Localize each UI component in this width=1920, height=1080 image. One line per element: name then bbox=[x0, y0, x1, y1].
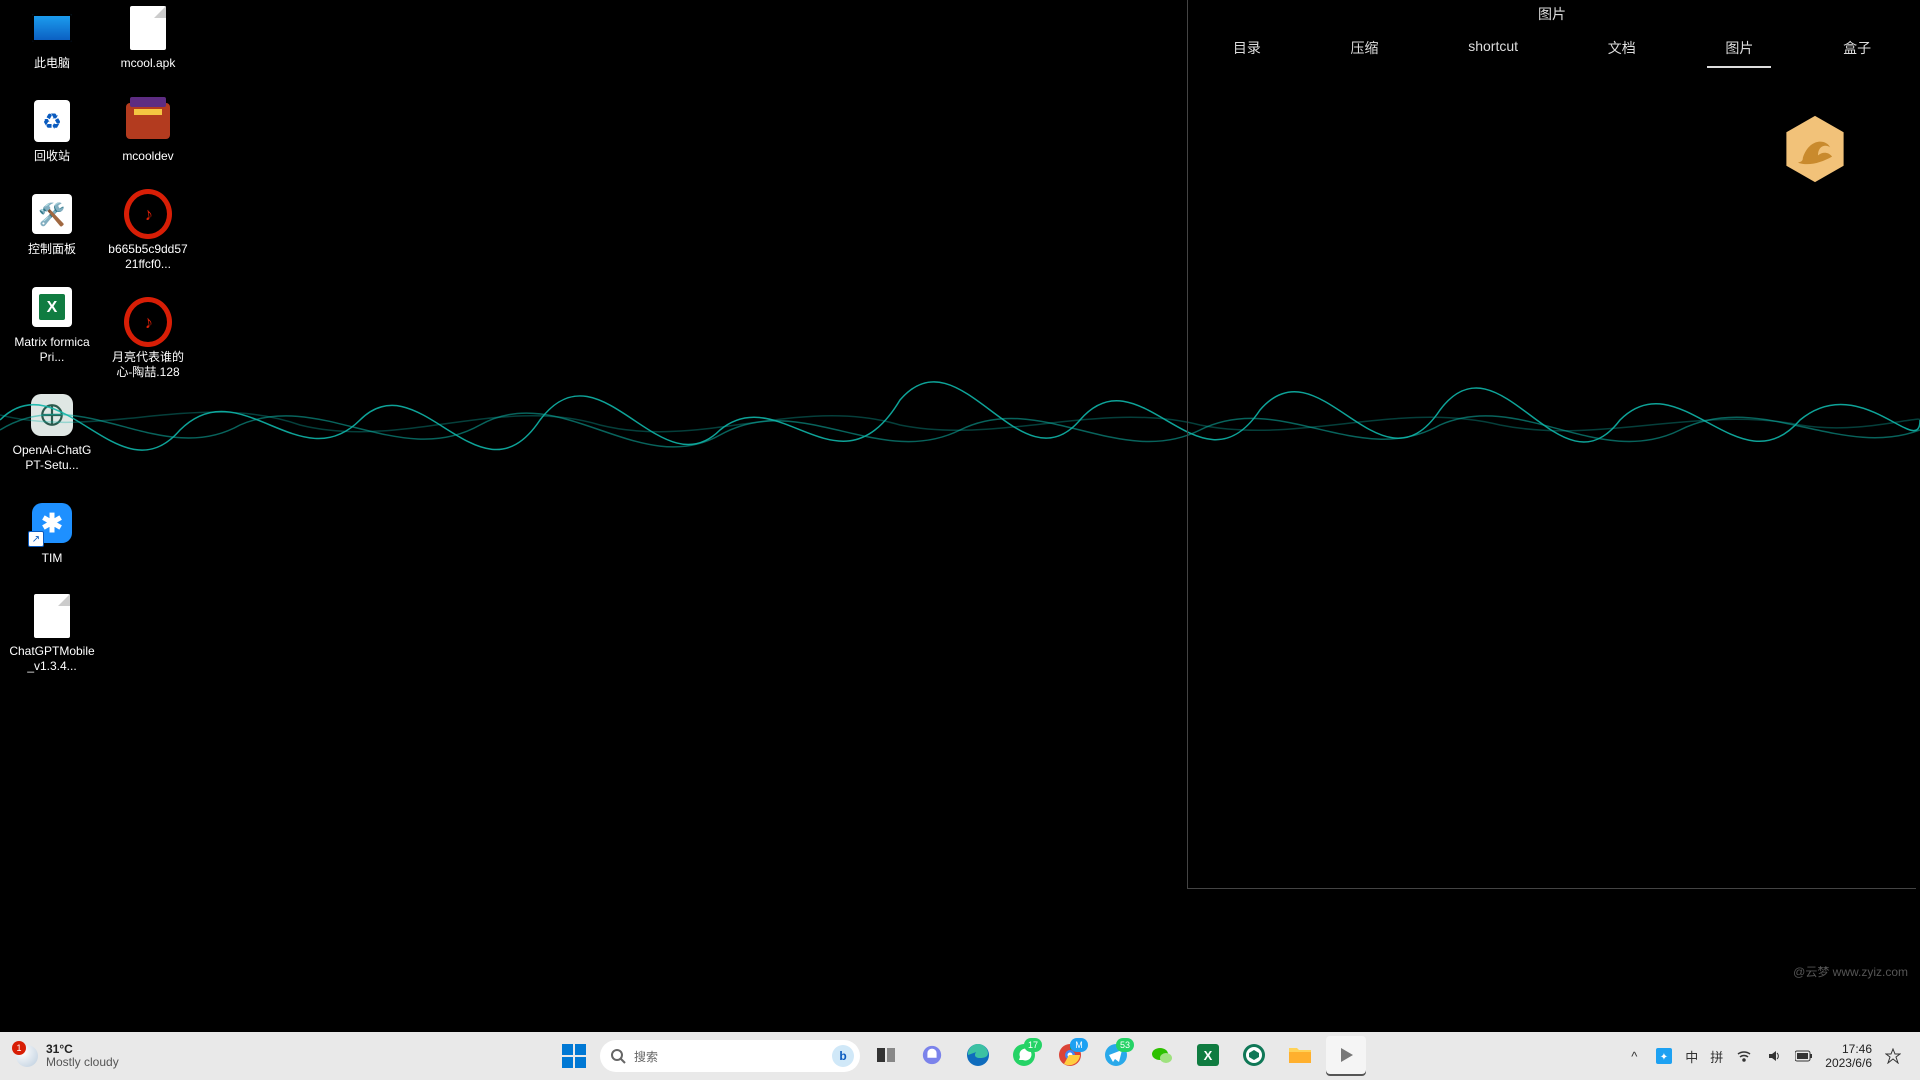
panel-tab-图片[interactable]: 图片 bbox=[1707, 34, 1771, 68]
wifi-icon[interactable] bbox=[1735, 1047, 1753, 1065]
taskbar-app-openai[interactable] bbox=[1234, 1036, 1274, 1076]
taskbar-app-chat[interactable] bbox=[912, 1036, 952, 1076]
file-icon bbox=[28, 592, 76, 640]
taskbar-search[interactable]: 搜索 b bbox=[600, 1040, 860, 1072]
desktop-icon-label: 此电脑 bbox=[34, 56, 70, 71]
panel-tab-盒子[interactable]: 盒子 bbox=[1825, 34, 1889, 68]
play-icon bbox=[1335, 1044, 1357, 1069]
taskbar: 1 31°C Mostly cloudy 搜索 b 17 M 53 X ^ ✦ 中 拼 1… bbox=[0, 1032, 1920, 1080]
app-badge: 17 bbox=[1024, 1038, 1042, 1052]
rar-icon bbox=[124, 97, 172, 145]
desktop-icon-openai[interactable]: OpenAi-ChatGPT-Setu... bbox=[8, 391, 96, 473]
tim-icon: ✱↗ bbox=[28, 499, 76, 547]
taskbar-app-wechat[interactable] bbox=[1142, 1036, 1182, 1076]
app-badge: M bbox=[1070, 1038, 1088, 1052]
desktop-icon-xlsx[interactable]: X Matrix formica Pri... bbox=[8, 283, 96, 365]
taskbar-clock[interactable]: 17:46 2023/6/6 bbox=[1825, 1042, 1872, 1070]
desktop-icon-label: mcooldev bbox=[122, 149, 173, 164]
tray-ime-lang[interactable]: 中 bbox=[1685, 1047, 1698, 1066]
bing-icon: b bbox=[832, 1045, 854, 1067]
app-badge: 53 bbox=[1116, 1038, 1134, 1052]
panel-tab-目录[interactable]: 目录 bbox=[1215, 34, 1279, 68]
side-panel: 图片 目录压缩shortcut文档图片盒子 bbox=[1187, 0, 1916, 889]
system-tray: ^ ✦ 中 拼 17:46 2023/6/6 bbox=[1625, 1042, 1920, 1070]
desktop-icon-label: 月亮代表谁的心-陶喆.128 bbox=[105, 350, 191, 380]
panel-tab-shortcut[interactable]: shortcut bbox=[1450, 34, 1536, 68]
taskbar-app-whatsapp[interactable]: 17 bbox=[1004, 1036, 1044, 1076]
desktop-icon-label: Matrix formica Pri... bbox=[9, 335, 95, 365]
watermark-text: @云梦 www.zyiz.com bbox=[1793, 963, 1908, 980]
taskbar-app-chrome[interactable]: M bbox=[1050, 1036, 1090, 1076]
desktop-icon-pc[interactable]: 此电脑 bbox=[8, 4, 96, 71]
ncm-icon: ♪ bbox=[124, 190, 172, 238]
weather-alert-badge: 1 bbox=[12, 1041, 26, 1055]
pc-icon bbox=[28, 4, 76, 52]
chat-icon bbox=[921, 1044, 943, 1069]
panel-tab-文档[interactable]: 文档 bbox=[1590, 34, 1654, 68]
bird-hex-icon[interactable] bbox=[1784, 114, 1846, 184]
taskbar-app-edge[interactable] bbox=[958, 1036, 998, 1076]
volume-icon[interactable] bbox=[1765, 1047, 1783, 1065]
taskbar-app-mcool[interactable] bbox=[1326, 1036, 1366, 1076]
telegram-icon: 53 bbox=[1104, 1043, 1128, 1070]
openai-icon bbox=[1242, 1043, 1266, 1070]
desktop-icon-file[interactable]: ChatGPTMobile_v1.3.4... bbox=[8, 592, 96, 674]
chrome-icon: M bbox=[1058, 1043, 1082, 1070]
openai-icon bbox=[28, 391, 76, 439]
taskbar-app-taskview[interactable] bbox=[866, 1036, 906, 1076]
desktop: 此电脑 ♻ 回收站 🛠️ 控制面板 X Matrix formica Pri... OpenA… bbox=[0, 0, 1920, 1032]
weather-widget[interactable]: 1 31°C Mostly cloudy bbox=[0, 1043, 316, 1069]
desktop-icon-tim[interactable]: ✱↗ TIM bbox=[8, 499, 96, 566]
desktop-icon-label: 控制面板 bbox=[28, 242, 76, 257]
weather-cloud-icon: 1 bbox=[16, 1045, 38, 1067]
ncm-icon: ♪ bbox=[124, 298, 172, 346]
tray-qq-icon[interactable]: ✦ bbox=[1655, 1047, 1673, 1065]
excel-icon: X bbox=[1197, 1044, 1219, 1069]
desktop-icon-rar[interactable]: mcooldev bbox=[104, 97, 192, 164]
whatsapp-icon: 17 bbox=[1012, 1043, 1036, 1070]
taskview-icon bbox=[875, 1044, 897, 1069]
weather-desc: Mostly cloudy bbox=[46, 1056, 119, 1069]
tray-overflow-icon[interactable]: ^ bbox=[1625, 1047, 1643, 1065]
desktop-icon-file[interactable]: mcool.apk bbox=[104, 4, 192, 71]
panel-tabs: 目录 压缩 shortcut 文档 图片 盒子 bbox=[1188, 28, 1916, 78]
edge-icon bbox=[966, 1043, 990, 1070]
desktop-icon-ncm[interactable]: ♪ 月亮代表谁的心-陶喆.128 bbox=[104, 298, 192, 380]
copilot-icon[interactable] bbox=[1884, 1047, 1902, 1065]
cp-icon: 🛠️ bbox=[28, 190, 76, 238]
desktop-icon-ncm[interactable]: ♪ b665b5c9dd5721ffcf0... bbox=[104, 190, 192, 272]
desktop-icon-label: TIM bbox=[42, 551, 63, 566]
clock-time: 17:46 bbox=[1825, 1042, 1872, 1056]
svg-text:✦: ✦ bbox=[1660, 1052, 1668, 1063]
xlsx-icon: X bbox=[28, 283, 76, 331]
file-icon bbox=[124, 4, 172, 52]
svg-text:X: X bbox=[1204, 1048, 1213, 1063]
desktop-icon-label: OpenAi-ChatGPT-Setu... bbox=[9, 443, 95, 473]
taskbar-app-start[interactable] bbox=[554, 1036, 594, 1076]
desktop-icon-label: b665b5c9dd5721ffcf0... bbox=[105, 242, 191, 272]
explorer-icon bbox=[1288, 1045, 1312, 1068]
desktop-icon-label: mcool.apk bbox=[121, 56, 176, 71]
search-icon bbox=[610, 1048, 626, 1064]
taskbar-app-excel[interactable]: X bbox=[1188, 1036, 1228, 1076]
panel-title: 图片 bbox=[1188, 0, 1916, 28]
shortcut-arrow-icon: ↗ bbox=[28, 531, 44, 547]
search-placeholder: 搜索 bbox=[634, 1048, 658, 1065]
battery-icon[interactable] bbox=[1795, 1047, 1813, 1065]
bin-icon: ♻ bbox=[28, 97, 76, 145]
taskbar-app-explorer[interactable] bbox=[1280, 1036, 1320, 1076]
desktop-icon-cp[interactable]: 🛠️ 控制面板 bbox=[8, 190, 96, 257]
panel-body bbox=[1188, 78, 1916, 888]
taskbar-app-telegram[interactable]: 53 bbox=[1096, 1036, 1136, 1076]
desktop-icon-label: ChatGPTMobile_v1.3.4... bbox=[9, 644, 95, 674]
clock-date: 2023/6/6 bbox=[1825, 1056, 1872, 1070]
desktop-icon-label: 回收站 bbox=[34, 149, 70, 164]
panel-tab-压缩[interactable]: 压缩 bbox=[1333, 34, 1397, 68]
win-icon bbox=[562, 1044, 586, 1068]
desktop-icon-bin[interactable]: ♻ 回收站 bbox=[8, 97, 96, 164]
taskbar-center: 搜索 b 17 M 53 X bbox=[554, 1032, 1366, 1080]
tray-ime-mode[interactable]: 拼 bbox=[1710, 1047, 1723, 1066]
wechat-icon bbox=[1150, 1043, 1174, 1070]
